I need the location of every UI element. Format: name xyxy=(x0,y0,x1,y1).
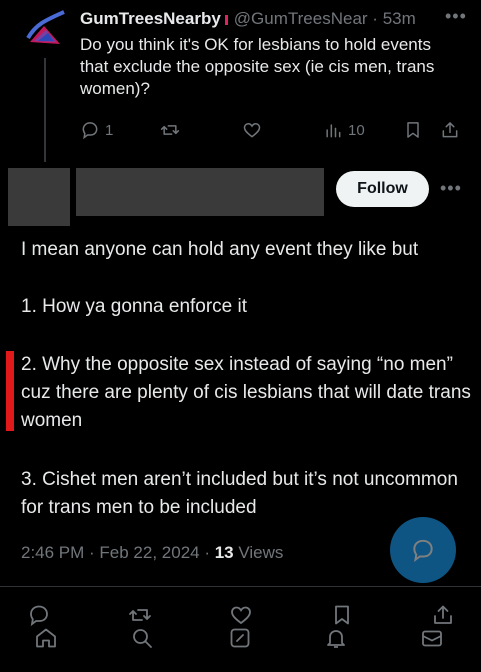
flag-icon xyxy=(224,15,228,25)
nav-compose[interactable] xyxy=(228,626,256,654)
home-icon xyxy=(34,626,62,650)
reply-paragraph: 2. Why the opposite sex instead of sayin… xyxy=(21,354,471,431)
like-icon xyxy=(229,603,253,627)
separator-dot: · xyxy=(367,9,383,28)
reply-icon xyxy=(27,603,51,627)
parent-header: GumTreesNearby @GumTreesNear · 53m xyxy=(80,8,440,30)
parent-bookmark-button[interactable] xyxy=(403,120,423,140)
nav-search[interactable] xyxy=(130,626,158,654)
parent-reply-count: 1 xyxy=(105,121,114,139)
reply-action-retweet[interactable] xyxy=(128,603,152,627)
parent-share-button[interactable] xyxy=(440,120,460,140)
highlight-bar xyxy=(6,351,14,431)
parent-views-button[interactable]: 10 xyxy=(323,120,365,140)
bookmark-icon xyxy=(403,120,423,140)
nav-notifications[interactable] xyxy=(324,626,352,654)
reply-more-icon[interactable]: ••• xyxy=(440,178,462,199)
reply-icon xyxy=(410,537,436,563)
like-icon xyxy=(242,120,262,140)
thread-line xyxy=(44,58,46,162)
divider xyxy=(0,586,481,587)
reply-avatar[interactable] xyxy=(8,168,70,226)
reply-action-bookmark[interactable] xyxy=(330,603,354,627)
nav-messages[interactable] xyxy=(420,626,448,654)
parent-handle[interactable]: @GumTreesNear xyxy=(234,9,368,28)
reply-paragraph: I mean anyone can hold any event they li… xyxy=(21,239,419,260)
reply-icon xyxy=(80,120,100,140)
reply-fab-button[interactable] xyxy=(390,517,456,583)
reply-paragraph: 1. How ya gonna enforce it xyxy=(21,296,248,317)
search-icon xyxy=(130,626,158,650)
retweet-icon xyxy=(160,120,180,140)
parent-time[interactable]: 53m xyxy=(383,9,416,28)
bookmark-icon xyxy=(330,603,354,627)
parent-more-icon[interactable]: ••• xyxy=(445,6,467,27)
share-icon xyxy=(431,603,455,627)
parent-views-count: 10 xyxy=(348,121,365,139)
retweet-icon xyxy=(128,603,152,627)
reply-views-label: Views xyxy=(233,543,284,562)
reply-paragraph: 3. Cishet men aren’t included but it’s n… xyxy=(21,469,458,518)
reply-action-reply[interactable] xyxy=(27,603,51,627)
parent-avatar[interactable] xyxy=(26,8,66,48)
parent-like-button[interactable] xyxy=(242,120,262,140)
reply-meta: 2:46 PM · Feb 22, 2024 · 13 Views xyxy=(21,541,283,565)
messages-icon xyxy=(420,626,448,650)
views-icon xyxy=(323,120,343,140)
parent-reply-button[interactable]: 1 xyxy=(80,120,113,140)
share-icon xyxy=(440,120,460,140)
reply-views-count: 13 xyxy=(214,543,234,562)
reply-author-redacted[interactable] xyxy=(76,168,324,216)
reply-timestamp[interactable]: 2:46 PM · Feb 22, 2024 · xyxy=(21,543,215,562)
nav-home[interactable] xyxy=(34,626,62,654)
parent-text: Do you think it's OK for lesbians to hol… xyxy=(80,35,435,98)
compose-icon xyxy=(228,626,256,650)
parent-display-name[interactable]: GumTreesNearby xyxy=(80,9,221,28)
parent-retweet-button[interactable] xyxy=(160,120,180,140)
reply-action-share[interactable] xyxy=(431,603,455,627)
notifications-icon xyxy=(324,626,352,650)
follow-button[interactable]: Follow xyxy=(336,171,429,207)
reply-action-like[interactable] xyxy=(229,603,253,627)
